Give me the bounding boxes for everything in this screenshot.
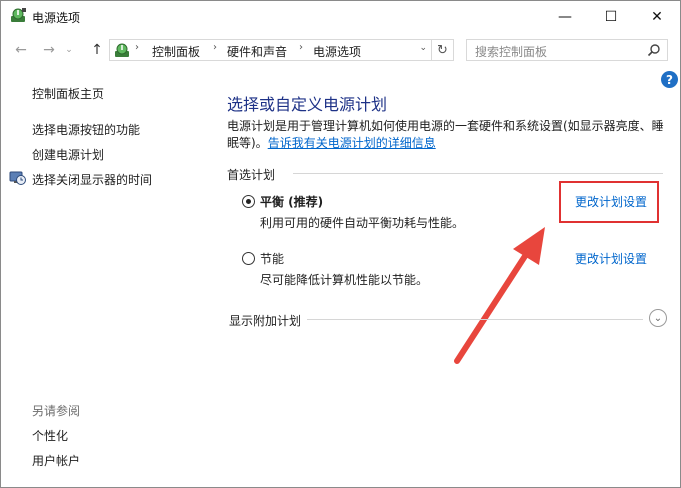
breadcrumb-control-panel[interactable]: 控制面板 xyxy=(152,43,200,60)
plan-power-saver-radio[interactable] xyxy=(242,252,255,265)
close-button[interactable]: ✕ xyxy=(634,1,680,32)
page-title: 选择或自定义电源计划 xyxy=(227,95,388,114)
breadcrumb-separator-icon: › xyxy=(135,42,139,53)
plan-power-saver-description: 尽可能降低计算机性能以节能。 xyxy=(260,273,429,287)
recent-locations-button[interactable]: ⌄ xyxy=(63,40,75,60)
breadcrumb-hardware-sound[interactable]: 硬件和声音 xyxy=(227,43,287,60)
see-also-personalization[interactable]: 个性化 xyxy=(32,427,68,444)
up-button[interactable]: ↑ xyxy=(87,40,107,60)
annotation-arrow-icon xyxy=(454,227,545,364)
group-divider xyxy=(293,173,663,174)
annotation-highlight-box xyxy=(559,181,659,223)
sidebar-item-create-plan[interactable]: 创建电源计划 xyxy=(32,146,104,163)
show-additional-plans-label: 显示附加计划 xyxy=(229,314,302,328)
maximize-button[interactable]: ☐ xyxy=(588,1,634,32)
learn-more-link[interactable]: 告诉我有关电源计划的详细信息 xyxy=(268,136,436,150)
plan-power-saver-name[interactable]: 节能 xyxy=(260,250,284,267)
change-plan-settings-power-saver-link[interactable]: 更改计划设置 xyxy=(575,250,647,267)
preferred-plans-label: 首选计划 xyxy=(227,168,276,182)
description-line-2: 眠等)。告诉我有关电源计划的详细信息 xyxy=(227,135,667,152)
description-line-1: 电源计划是用于管理计算机如何使用电源的一套硬件和系统设置(如显示器亮度、睡 xyxy=(227,119,664,133)
plan-balanced-name[interactable]: 平衡 (推荐) xyxy=(260,193,323,210)
sidebar-item-power-buttons[interactable]: 选择电源按钮的功能 xyxy=(32,121,140,138)
search-icon[interactable] xyxy=(647,43,661,57)
help-icon[interactable]: ? xyxy=(661,71,678,88)
additional-plans-divider xyxy=(307,319,643,320)
monitor-clock-icon xyxy=(9,171,26,185)
power-options-app-icon xyxy=(11,8,26,22)
see-also-user-accounts[interactable]: 用户帐户 xyxy=(32,452,80,469)
page-description: 电源计划是用于管理计算机如何使用电源的一套硬件和系统设置(如显示器亮度、睡 眠等… xyxy=(227,118,667,152)
title-bar: 电源选项 — ☐ ✕ xyxy=(1,1,680,32)
expand-chevron-down-icon[interactable]: ⌄ xyxy=(649,309,667,327)
control-panel-icon xyxy=(115,43,129,57)
description-prefix: 眠等)。 xyxy=(227,136,268,150)
back-button[interactable]: ← xyxy=(11,40,31,60)
search-input[interactable]: 搜索控制面板 xyxy=(466,39,668,61)
sidebar-control-panel-home[interactable]: 控制面板主页 xyxy=(32,85,104,102)
address-dropdown-icon[interactable]: ⌄ xyxy=(419,43,427,53)
breadcrumb-power-options[interactable]: 电源选项 xyxy=(313,43,361,60)
sidebar-item-display-off-time[interactable]: 选择关闭显示器的时间 xyxy=(32,171,152,188)
address-bar[interactable]: › 控制面板 › 硬件和声音 › 电源选项 ⌄ xyxy=(109,39,432,61)
window-title: 电源选项 xyxy=(32,11,81,25)
see-also-heading: 另请参阅 xyxy=(32,404,81,418)
forward-button[interactable]: → xyxy=(39,40,59,60)
refresh-button[interactable]: ↻ xyxy=(432,39,454,61)
navigation-bar: ← → ⌄ ↑ › 控制面板 › 硬件和声音 › 电源选项 ⌄ ↻ 搜索控制面板 xyxy=(1,32,680,67)
power-options-window: 电源选项 — ☐ ✕ ← → ⌄ ↑ › 控制面板 › 硬件和声音 › 电源选项… xyxy=(0,0,681,488)
breadcrumb-separator-icon: › xyxy=(299,42,303,53)
breadcrumb-separator-icon: › xyxy=(213,42,217,53)
search-placeholder: 搜索控制面板 xyxy=(475,45,548,59)
plan-balanced-radio[interactable] xyxy=(242,195,255,208)
plan-balanced-description: 利用可用的硬件自动平衡功耗与性能。 xyxy=(260,216,465,230)
minimize-button[interactable]: — xyxy=(542,1,588,32)
